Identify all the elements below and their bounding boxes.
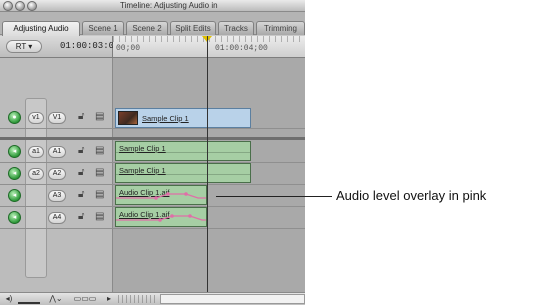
audio-level-overlay[interactable]: [116, 186, 207, 205]
destination-control[interactable]: V1: [48, 112, 66, 124]
track-row-a2: ◂ a2 A2 🔓︎ ▤ Sample Clip 1: [0, 163, 305, 185]
zoom-slider[interactable]: [118, 295, 158, 303]
track-row-a4: ◂ A4 🔓︎ ▤ Audio Clip 1.aif: [0, 207, 305, 229]
clip-video[interactable]: Sample Clip 1: [115, 108, 251, 128]
lock-icon[interactable]: 🔓︎: [78, 189, 84, 201]
lock-icon[interactable]: 🔓︎: [78, 211, 84, 223]
speaker-icon: ◂: [12, 170, 17, 177]
tab-scene-2[interactable]: Scene 2: [126, 21, 168, 35]
destination-control[interactable]: A4: [48, 212, 66, 224]
clip-overlays-icon[interactable]: ⋀⌄: [45, 294, 67, 304]
minimize-window-button[interactable]: [15, 1, 25, 11]
speaker-icon: ◂: [12, 192, 17, 199]
destination-control[interactable]: A2: [48, 168, 66, 180]
clip-audio[interactable]: Sample Clip 1: [115, 163, 251, 183]
track-area: ● v1 V1 🔓︎ ▤ Sample Clip 1 ◂ a1 A1 🔓︎ ▤ …: [0, 58, 305, 292]
zoom-window-button[interactable]: [27, 1, 37, 11]
track-audibility-toggle[interactable]: ◂: [8, 167, 21, 180]
lock-icon[interactable]: 🔓︎: [78, 145, 84, 157]
rt-label: RT: [15, 42, 27, 51]
speaker-icon: ◂: [12, 214, 17, 221]
auto-select-icon[interactable]: ▤: [95, 211, 104, 223]
source-control[interactable]: a2: [28, 168, 44, 180]
callout-label: Audio level overlay in pink: [336, 188, 487, 203]
timeline-window: Timeline: Adjusting Audio in Adjusting A…: [0, 0, 305, 305]
play-icon[interactable]: ▸: [104, 294, 114, 304]
chevron-down-icon: ▾: [26, 42, 33, 51]
video-audio-separator[interactable]: [0, 137, 305, 140]
destination-control[interactable]: A3: [48, 190, 66, 202]
track-layout-icon[interactable]: ▭▭▭: [70, 294, 100, 304]
auto-select-icon[interactable]: ▤: [95, 189, 104, 201]
source-control[interactable]: a1: [28, 146, 44, 158]
track-row-v1: ● v1 V1 🔓︎ ▤ Sample Clip 1: [0, 107, 305, 129]
sequence-tabs: Adjusting Audio Scene 1 Scene 2 Split Ed…: [0, 12, 305, 36]
current-timecode[interactable]: 01:00:03:01: [60, 40, 119, 52]
visibility-icon: ●: [12, 114, 17, 121]
auto-select-icon[interactable]: ▤: [95, 145, 104, 157]
playhead-line[interactable]: [207, 36, 208, 292]
close-window-button[interactable]: [3, 1, 13, 11]
rt-menu-button[interactable]: RT ▾: [6, 40, 42, 53]
track-row-a1: ◂ a1 A1 🔓︎ ▤ Sample Clip 1: [0, 141, 305, 163]
track-audibility-toggle[interactable]: ◂: [8, 189, 21, 202]
clip-thumbnail: [118, 111, 138, 125]
header-controls: RT ▾ 01:00:03:01: [0, 36, 119, 58]
auto-select-icon[interactable]: ▤: [95, 111, 104, 123]
clip-audio[interactable]: Audio Clip 1.aif: [115, 185, 207, 205]
ruler-start-label: 00;00: [116, 44, 141, 53]
horizontal-scrollbar[interactable]: [160, 294, 305, 304]
lock-icon[interactable]: 🔓︎: [78, 167, 84, 179]
clip-name: Sample Clip 1: [119, 166, 166, 175]
window-title: Timeline: Adjusting Audio in: [120, 1, 218, 10]
callout-line: [216, 196, 332, 197]
title-bar: Timeline: Adjusting Audio in: [0, 0, 305, 12]
source-control[interactable]: v1: [28, 112, 44, 124]
clip-audio[interactable]: Audio Clip 1.aif: [115, 207, 207, 227]
clip-name: Sample Clip 1: [142, 114, 189, 123]
timeline-bottom-bar: ◂) ⋀⌄ ▭▭▭ ▸: [0, 292, 305, 305]
timeline-header: RT ▾ 01:00:03:01 00;00 01:00:04;00: [0, 36, 305, 58]
clip-audio[interactable]: Sample Clip 1: [115, 141, 251, 161]
tab-split-edits[interactable]: Split Edits: [170, 21, 216, 35]
tab-trimming[interactable]: Trimming: [256, 21, 305, 35]
track-audibility-toggle[interactable]: ◂: [8, 211, 21, 224]
auto-select-icon[interactable]: ▤: [95, 167, 104, 179]
tab-adjusting-audio[interactable]: Adjusting Audio: [2, 21, 80, 36]
track-height-icon[interactable]: [18, 294, 40, 304]
clip-name: Sample Clip 1: [119, 144, 166, 153]
audio-level-overlay[interactable]: [116, 208, 207, 227]
track-visibility-toggle[interactable]: ●: [8, 111, 21, 124]
ruler-mark-label: 01:00:04;00: [215, 44, 268, 53]
speaker-icon[interactable]: ◂): [4, 294, 14, 304]
tab-scene-1[interactable]: Scene 1: [82, 21, 124, 35]
tab-tracks[interactable]: Tracks: [218, 21, 254, 35]
track-audibility-toggle[interactable]: ◂: [8, 145, 21, 158]
destination-control[interactable]: A1: [48, 146, 66, 158]
speaker-icon: ◂: [12, 148, 17, 155]
lock-icon[interactable]: 🔓︎: [78, 111, 84, 123]
